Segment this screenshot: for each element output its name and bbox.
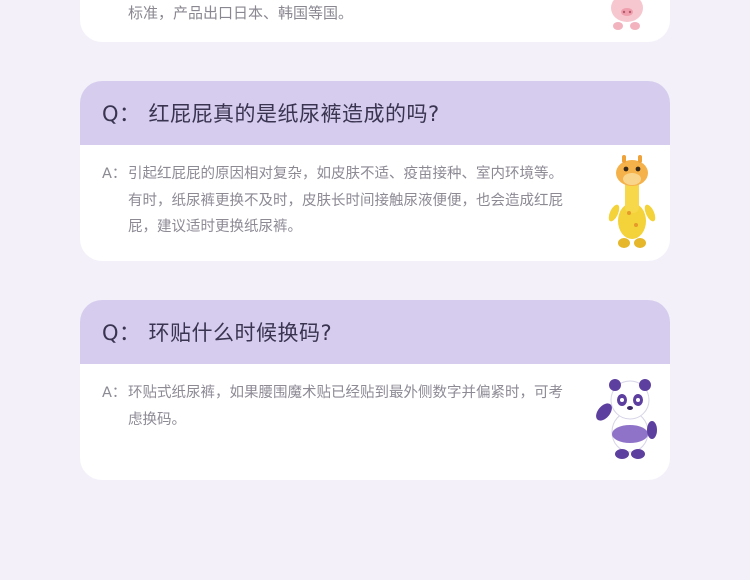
question-text: 红屁屁真的是纸尿裤造成的吗? — [148, 102, 440, 126]
answer-block: A： 引起红屁屁的原因相对复杂，如皮肤不适、疫苗接种、室内环境等。有时，纸尿裤更… — [80, 145, 670, 241]
answer-text: 引起红屁屁的原因相对复杂，如皮肤不适、疫苗接种、室内环境等。有时，纸尿裤更换不及… — [128, 166, 563, 235]
answer-text: 标准，产品出口日本、韩国等国。 — [128, 4, 354, 22]
faq-card: Q： 环贴什么时候换码? A： 环贴式纸尿裤，如果腰围魔术贴已经贴到最外侧数字并… — [80, 300, 670, 480]
answer-block: A： 环贴式纸尿裤，如果腰围魔术贴已经贴到最外侧数字并偏紧时，可考虑换码。 — [80, 364, 670, 433]
panda-mascot-icon — [596, 379, 657, 459]
question-text: 环贴什么时候换码? — [148, 321, 333, 345]
answer-label: A： — [102, 166, 127, 182]
pig-mascot-icon — [611, 0, 643, 30]
question-label: Q： — [102, 321, 141, 345]
faq-card-top: 标准，产品出口日本、韩国等国。 — [80, 0, 670, 42]
question-bar: Q： 红屁屁真的是纸尿裤造成的吗? — [80, 81, 670, 145]
answer-label: A： — [102, 385, 127, 401]
question-bar: Q： 环贴什么时候换码? — [80, 300, 670, 364]
answer-text: 环贴式纸尿裤，如果腰围魔术贴已经贴到最外侧数字并偏紧时，可考虑换码。 — [128, 385, 563, 428]
question-label: Q： — [102, 102, 141, 126]
faq-card: Q： 红屁屁真的是纸尿裤造成的吗? A： 引起红屁屁的原因相对复杂，如皮肤不适、… — [80, 81, 670, 261]
giraffe-mascot-icon — [608, 155, 656, 248]
